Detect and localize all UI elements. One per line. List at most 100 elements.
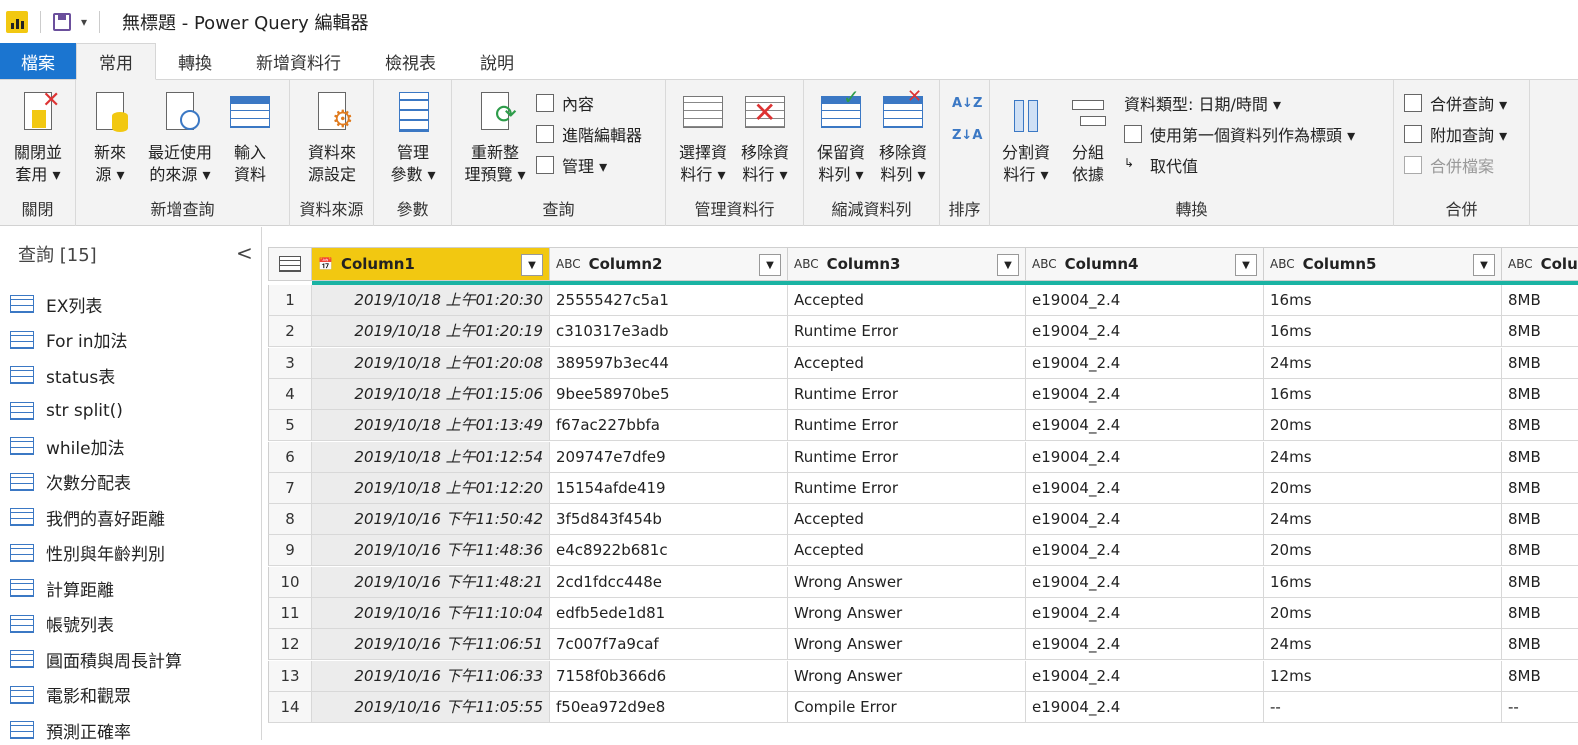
table-cell[interactable]: Accepted bbox=[788, 535, 1026, 567]
table-cell[interactable]: 2019/10/18 上午01:20:30 bbox=[312, 285, 550, 316]
table-cell[interactable]: e19004_2.4 bbox=[1026, 410, 1264, 442]
manage-parameters-button[interactable]: 管理 參數 ▾ bbox=[382, 90, 444, 186]
table-cell[interactable]: 24ms bbox=[1264, 441, 1502, 473]
table-cell[interactable]: 8MB bbox=[1502, 567, 1578, 598]
table-cell[interactable]: Accepted bbox=[788, 504, 1026, 536]
table-cell[interactable]: e19004_2.4 bbox=[1026, 691, 1264, 723]
row-number[interactable]: 6 bbox=[268, 441, 312, 473]
table-cell[interactable]: 209747e7dfe9 bbox=[550, 441, 788, 473]
column-header[interactable]: ABC Column2 ▼ bbox=[550, 247, 788, 281]
query-item[interactable]: 預測正確率 bbox=[10, 715, 131, 745]
column-type-icon[interactable]: ABC bbox=[1032, 257, 1057, 271]
table-cell[interactable]: 20ms bbox=[1264, 535, 1502, 567]
table-cell[interactable]: 8MB bbox=[1502, 504, 1578, 536]
row-number[interactable]: 1 bbox=[268, 285, 312, 316]
table-cell[interactable]: f67ac227bbfa bbox=[550, 410, 788, 442]
table-cell[interactable]: 2019/10/18 上午01:15:06 bbox=[312, 378, 550, 410]
table-cell[interactable]: 8MB bbox=[1502, 442, 1578, 473]
query-item[interactable]: 電影和觀眾 bbox=[10, 680, 131, 710]
table-cell[interactable]: 7c007f7a9caf bbox=[550, 629, 788, 661]
row-number[interactable]: 5 bbox=[268, 410, 312, 442]
row-number[interactable]: 2 bbox=[268, 316, 312, 348]
table-cell[interactable]: e4c8922b681c bbox=[550, 535, 788, 567]
table-cell[interactable]: e19004_2.4 bbox=[1026, 316, 1264, 348]
table-cell[interactable]: 25555427c5a1 bbox=[550, 285, 788, 316]
table-cell[interactable]: 16ms bbox=[1264, 316, 1502, 348]
table-cell[interactable]: Runtime Error bbox=[788, 378, 1026, 410]
table-cell[interactable]: 3f5d843f454b bbox=[550, 504, 788, 536]
table-cell[interactable]: Wrong Answer bbox=[788, 566, 1026, 598]
enter-data-button[interactable]: 輸入 資料 bbox=[224, 90, 276, 186]
table-cell[interactable]: e19004_2.4 bbox=[1026, 441, 1264, 473]
table-cell[interactable]: 2019/10/16 下午11:05:55 bbox=[312, 691, 550, 723]
query-item[interactable]: 帳號列表 bbox=[10, 609, 114, 639]
table-cell[interactable]: 8MB bbox=[1502, 316, 1578, 348]
filter-dropdown-icon[interactable]: ▼ bbox=[759, 254, 781, 276]
table-cell[interactable]: Runtime Error bbox=[788, 472, 1026, 504]
table-cell[interactable]: 20ms bbox=[1264, 598, 1502, 629]
table-cell[interactable]: 24ms bbox=[1264, 504, 1502, 536]
table-cell[interactable]: 7158f0b366d6 bbox=[550, 660, 788, 692]
query-item[interactable]: 性別與年齡判別 bbox=[10, 538, 165, 568]
split-column-button[interactable]: 分割資 料行 ▾ bbox=[996, 90, 1056, 186]
query-item[interactable]: For in加法 bbox=[10, 325, 127, 355]
table-cell[interactable]: 2019/10/18 上午01:12:20 bbox=[312, 472, 550, 504]
table-cell[interactable]: e19004_2.4 bbox=[1026, 347, 1264, 379]
table-cell[interactable]: 9bee58970be5 bbox=[550, 378, 788, 410]
query-item[interactable]: status表 bbox=[10, 360, 115, 390]
table-cell[interactable]: 2019/10/18 上午01:13:49 bbox=[312, 410, 550, 442]
filter-dropdown-icon[interactable]: ▼ bbox=[1473, 254, 1495, 276]
table-cell[interactable]: Wrong Answer bbox=[788, 598, 1026, 629]
table-cell[interactable]: 24ms bbox=[1264, 629, 1502, 661]
filter-dropdown-icon[interactable]: ▼ bbox=[997, 254, 1019, 276]
table-cell[interactable]: 8MB bbox=[1502, 348, 1578, 379]
table-cell[interactable]: Wrong Answer bbox=[788, 660, 1026, 692]
table-cell[interactable]: e19004_2.4 bbox=[1026, 504, 1264, 536]
row-number[interactable]: 14 bbox=[268, 691, 312, 723]
table-cell[interactable]: Runtime Error bbox=[788, 441, 1026, 473]
query-item[interactable]: 圓面積與周長計算 bbox=[10, 644, 182, 674]
row-number[interactable]: 13 bbox=[268, 660, 312, 692]
tab-file[interactable]: 檔案 bbox=[0, 43, 76, 79]
table-cell[interactable]: 8MB bbox=[1502, 285, 1578, 316]
tab-help[interactable]: 說明 bbox=[458, 43, 536, 79]
recent-sources-button[interactable]: 最近使用 的來源 ▾ bbox=[142, 90, 218, 186]
row-number[interactable]: 4 bbox=[268, 378, 312, 410]
remove-columns-button[interactable]: ✕ 移除資 料行 ▾ bbox=[734, 90, 796, 186]
row-number[interactable]: 7 bbox=[268, 472, 312, 504]
table-cell[interactable]: 2019/10/16 下午11:06:51 bbox=[312, 629, 550, 661]
row-number[interactable]: 3 bbox=[268, 347, 312, 379]
table-cell[interactable]: 8MB bbox=[1502, 629, 1578, 661]
advanced-editor-button[interactable]: 進階編輯器 bbox=[536, 121, 642, 147]
table-cell[interactable]: 8MB bbox=[1502, 535, 1578, 567]
table-menu-button[interactable] bbox=[268, 247, 312, 281]
row-number[interactable]: 11 bbox=[268, 598, 312, 629]
table-cell[interactable]: 2cd1fdcc448e bbox=[550, 566, 788, 598]
table-cell[interactable]: Accepted bbox=[788, 285, 1026, 316]
use-first-row-button[interactable]: 使用第一個資料列作為標頭 ▾ bbox=[1124, 121, 1355, 147]
tab-transform[interactable]: 轉換 bbox=[156, 43, 234, 79]
table-cell[interactable]: 8MB bbox=[1502, 473, 1578, 504]
table-cell[interactable]: 20ms bbox=[1264, 472, 1502, 504]
table-cell[interactable]: c310317e3adb bbox=[550, 316, 788, 348]
table-cell[interactable]: e19004_2.4 bbox=[1026, 535, 1264, 567]
new-source-button[interactable]: 新來 源 ▾ bbox=[84, 90, 136, 186]
column-type-icon[interactable]: 📅 bbox=[318, 257, 333, 271]
query-item[interactable]: 次數分配表 bbox=[10, 467, 131, 497]
table-cell[interactable]: 15154afde419 bbox=[550, 472, 788, 504]
row-number[interactable]: 8 bbox=[268, 504, 312, 536]
query-item[interactable]: while加法 bbox=[10, 431, 125, 461]
append-queries-button[interactable]: 附加查詢 ▾ bbox=[1404, 121, 1507, 147]
row-number[interactable]: 10 bbox=[268, 566, 312, 598]
table-cell[interactable]: 24ms bbox=[1264, 347, 1502, 379]
table-cell[interactable]: 8MB bbox=[1502, 410, 1578, 442]
row-number[interactable]: 9 bbox=[268, 535, 312, 567]
replace-values-button[interactable]: ↳ 取代值 bbox=[1124, 152, 1198, 178]
group-by-button[interactable]: 分組 依據 bbox=[1060, 90, 1116, 186]
column-header[interactable]: ABC Colu bbox=[1502, 247, 1578, 281]
table-cell[interactable]: Wrong Answer bbox=[788, 629, 1026, 661]
table-cell[interactable]: e19004_2.4 bbox=[1026, 472, 1264, 504]
table-cell[interactable]: 2019/10/16 下午11:50:42 bbox=[312, 504, 550, 536]
table-cell[interactable]: e19004_2.4 bbox=[1026, 566, 1264, 598]
column-header[interactable]: 📅 Column1 ▼ bbox=[312, 247, 550, 281]
